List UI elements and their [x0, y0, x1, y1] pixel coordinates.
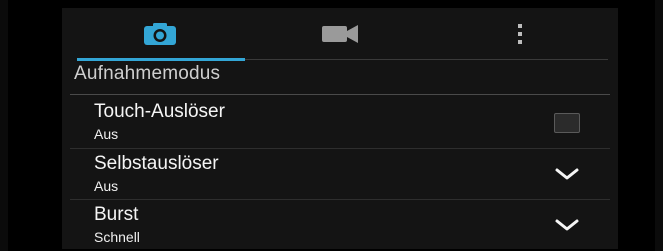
chevron-down-icon[interactable] [554, 167, 580, 181]
active-tab-indicator [77, 58, 245, 61]
setting-summary: Aus [94, 178, 119, 194]
chevron-down-icon[interactable] [554, 218, 580, 232]
screen-edge-left [0, 0, 8, 251]
setting-self-timer[interactable]: Selbstauslöser Aus [70, 149, 610, 199]
mode-tab-bar [62, 8, 618, 61]
section-divider [70, 94, 610, 95]
touch-shutter-checkbox[interactable] [554, 113, 580, 133]
setting-touch-shutter[interactable]: Touch-Auslöser Aus [70, 97, 610, 147]
tab-bar-divider [245, 59, 608, 60]
setting-title: Touch-Auslöser [94, 101, 225, 122]
setting-burst[interactable]: Burst Schnell [70, 200, 610, 250]
setting-title: Burst [94, 204, 139, 225]
camera-icon [144, 23, 176, 45]
tab-camera[interactable] [74, 8, 246, 60]
video-camera-icon [322, 25, 358, 43]
setting-summary: Aus [94, 126, 119, 142]
overflow-menu-icon [518, 24, 522, 44]
tab-video[interactable] [254, 8, 426, 60]
tab-more[interactable] [434, 8, 606, 60]
setting-summary: Schnell [94, 229, 140, 245]
setting-title: Selbstauslöser [94, 153, 219, 174]
section-title: Aufnahmemodus [74, 63, 221, 84]
screen-edge-right [655, 0, 663, 251]
